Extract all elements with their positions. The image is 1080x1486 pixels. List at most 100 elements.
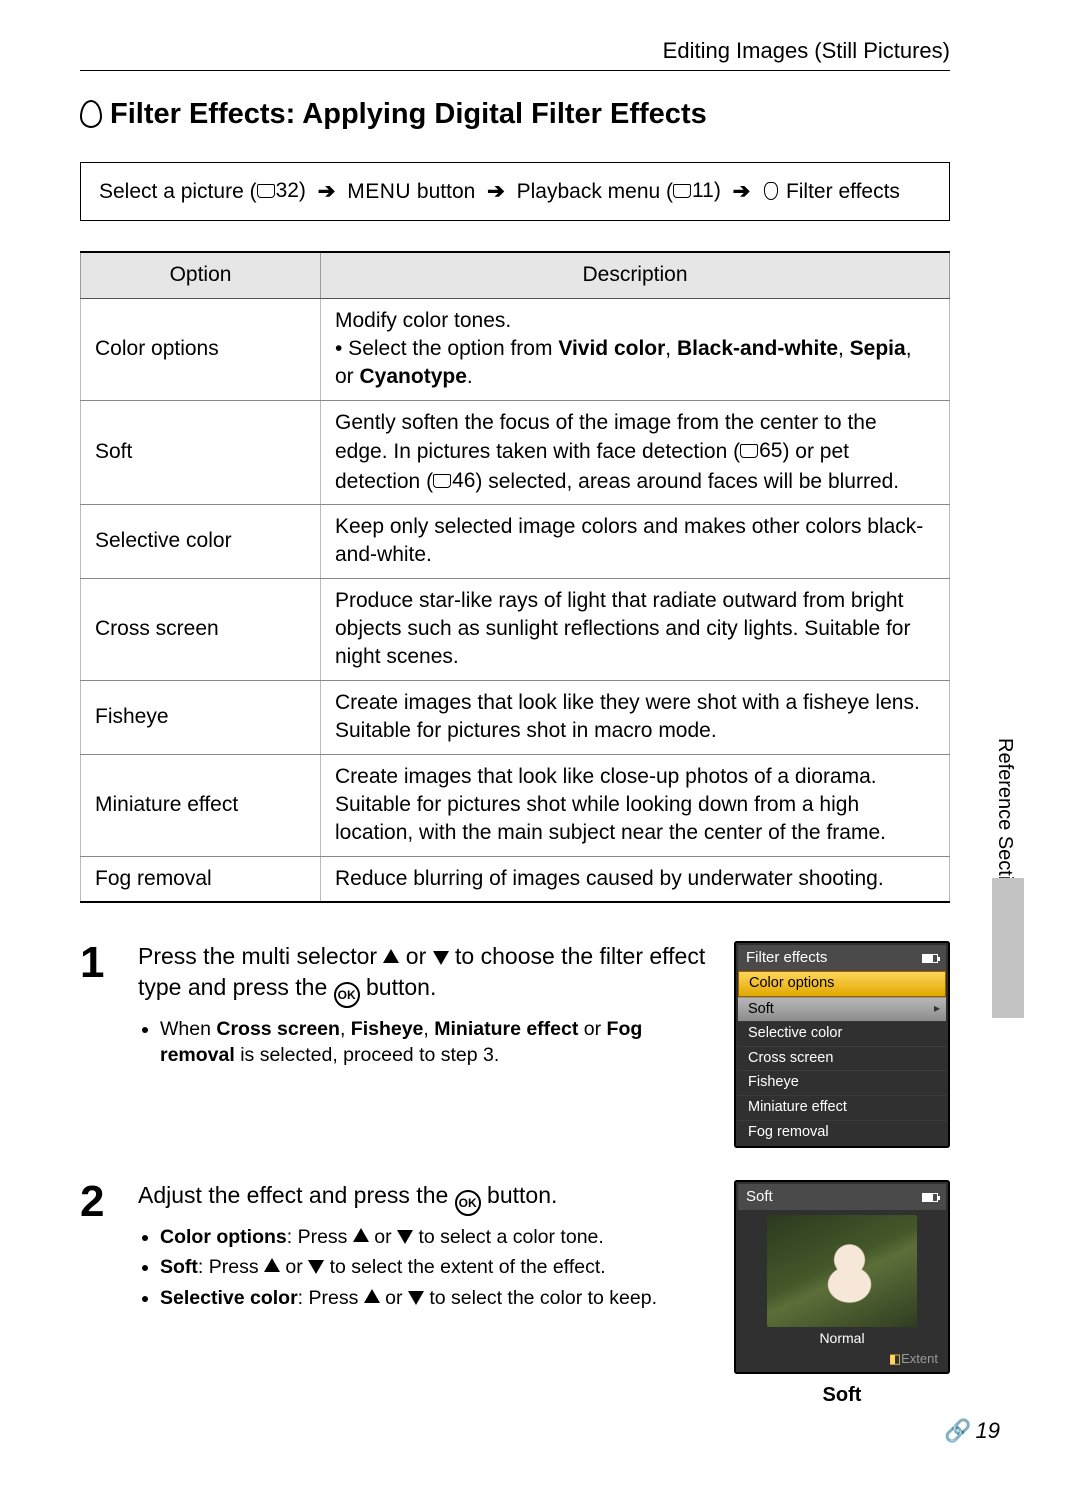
step-text: Adjust the effect and press the bbox=[138, 1182, 455, 1208]
th-option: Option bbox=[81, 252, 321, 298]
step-sub: When Cross screen, Fisheye, Miniature ef… bbox=[160, 1016, 716, 1069]
menu-item: Color options bbox=[738, 971, 946, 997]
arrow-icon: ➔ bbox=[318, 180, 336, 203]
nav-filter: Filter effects bbox=[780, 180, 900, 203]
cell-option: Miniature effect bbox=[81, 754, 321, 856]
step-text: Press the multi selector bbox=[138, 943, 383, 969]
desc-text: , bbox=[838, 337, 850, 360]
header-section: Editing Images (Still Pictures) bbox=[80, 36, 950, 66]
sub-text: : Press bbox=[198, 1256, 264, 1278]
sub-text: When bbox=[160, 1018, 216, 1040]
menu-item: Fisheye bbox=[738, 1070, 946, 1095]
nav-select: Select a picture ( bbox=[99, 180, 257, 203]
effects-table: Option Description Color options Modify … bbox=[80, 251, 950, 903]
sub-bold: Miniature effect bbox=[434, 1018, 578, 1040]
ok-button-icon: OK bbox=[455, 1190, 481, 1216]
filter-icon bbox=[764, 182, 778, 200]
table-row: Fog removal Reduce blurring of images ca… bbox=[81, 856, 950, 902]
table-row: Fisheye Create images that look like the… bbox=[81, 680, 950, 754]
sub-text: or bbox=[578, 1018, 606, 1040]
cell-option: Fisheye bbox=[81, 680, 321, 754]
sub-text: to select the color to keep. bbox=[424, 1287, 657, 1309]
cell-description: Produce star-like rays of light that rad… bbox=[321, 578, 950, 680]
table-row: Selective color Keep only selected image… bbox=[81, 505, 950, 579]
table-row: Soft Gently soften the focus of the imag… bbox=[81, 400, 950, 504]
book-icon bbox=[257, 184, 275, 198]
menu-list: Color options Soft Selective color Cross… bbox=[738, 971, 946, 1144]
screen-caption: Soft bbox=[734, 1382, 950, 1409]
nav-ref2: 11) bbox=[692, 177, 721, 205]
menu-button-label: MENU bbox=[347, 180, 411, 203]
step-text: button. bbox=[481, 1182, 558, 1208]
cell-option: Selective color bbox=[81, 505, 321, 579]
sub-text: , bbox=[340, 1018, 351, 1040]
cell-description: Create images that look like they were s… bbox=[321, 680, 950, 754]
step-1: 1 Press the multi selector or to choose … bbox=[80, 941, 950, 1148]
sub-text: : Press bbox=[287, 1226, 353, 1248]
th-description: Description bbox=[321, 252, 950, 298]
menu-item: Soft bbox=[738, 997, 946, 1022]
cell-description: Create images that look like close-up ph… bbox=[321, 754, 950, 856]
menu-item: Cross screen bbox=[738, 1046, 946, 1071]
sub-text: , bbox=[423, 1018, 434, 1040]
filter-icon bbox=[80, 100, 102, 128]
menu-item: Selective color bbox=[738, 1021, 946, 1046]
step-sub: Color options: Press or to select a colo… bbox=[160, 1224, 716, 1250]
page-title: Filter Effects: Applying Digital Filter … bbox=[80, 95, 950, 134]
down-arrow-icon bbox=[308, 1260, 324, 1274]
sub-bold: Color options bbox=[160, 1226, 287, 1248]
page-number-value: 19 bbox=[976, 1416, 1000, 1446]
up-arrow-icon bbox=[383, 949, 399, 963]
cell-description: Reduce blurring of images caused by unde… bbox=[321, 856, 950, 902]
cell-description: Modify color tones. • Select the option … bbox=[321, 298, 950, 400]
book-icon bbox=[740, 444, 758, 458]
book-icon bbox=[673, 184, 691, 198]
step-text: or bbox=[399, 943, 432, 969]
down-arrow-icon bbox=[397, 1230, 413, 1244]
cell-description: Gently soften the focus of the image fro… bbox=[321, 400, 950, 504]
desc-ref: 65 bbox=[759, 437, 782, 465]
nav-playback: Playback menu ( bbox=[517, 180, 673, 203]
menu-item: Miniature effect bbox=[738, 1095, 946, 1120]
nav-ref1: 32) bbox=[276, 177, 306, 205]
desc-text: ) selected, areas around faces will be b… bbox=[475, 470, 899, 493]
arrow-icon: ➔ bbox=[487, 180, 505, 203]
step-number: 1 bbox=[80, 941, 120, 1148]
battery-icon bbox=[922, 1193, 938, 1202]
side-tab-marker bbox=[992, 878, 1024, 1018]
up-arrow-icon bbox=[264, 1258, 280, 1272]
down-arrow-icon bbox=[433, 951, 449, 965]
desc-bold: Vivid color bbox=[558, 337, 665, 360]
cell-option: Fog removal bbox=[81, 856, 321, 902]
cell-description: Keep only selected image colors and make… bbox=[321, 505, 950, 579]
sub-text: or bbox=[280, 1256, 308, 1278]
desc-text: • Select the option from bbox=[335, 337, 558, 360]
up-arrow-icon bbox=[364, 1289, 380, 1303]
effect-level-label: Normal bbox=[738, 1329, 946, 1348]
desc-ref: 46 bbox=[452, 467, 475, 495]
title-text: Filter Effects: Applying Digital Filter … bbox=[110, 95, 707, 134]
camera-screen-1: Filter effects Color options Soft Select… bbox=[734, 941, 950, 1148]
breadcrumb-box: Select a picture ( 32) ➔ MENU button ➔ Pl… bbox=[80, 162, 950, 222]
screen-title-text: Soft bbox=[746, 1187, 773, 1207]
up-arrow-icon bbox=[353, 1228, 369, 1242]
cell-option: Color options bbox=[81, 298, 321, 400]
header-rule bbox=[80, 70, 950, 71]
table-row: Miniature effect Create images that look… bbox=[81, 754, 950, 856]
desc-bold: Sepia bbox=[850, 337, 906, 360]
sub-text: is selected, proceed to step 3. bbox=[235, 1044, 500, 1066]
nav-button-word: button bbox=[411, 180, 475, 203]
sub-text: or bbox=[369, 1226, 397, 1248]
step-title: Press the multi selector or to choose th… bbox=[138, 941, 716, 1008]
desc-text: . bbox=[467, 365, 473, 388]
desc-text: Modify color tones. bbox=[335, 309, 511, 332]
screen-title: Soft bbox=[738, 1184, 946, 1210]
screen-title: Filter effects bbox=[738, 945, 946, 971]
step-sub: Selective color: Press or to select the … bbox=[160, 1285, 716, 1311]
ok-button-icon: OK bbox=[334, 982, 360, 1008]
sub-bold: Selective color bbox=[160, 1287, 298, 1309]
screen-title-text: Filter effects bbox=[746, 948, 827, 968]
battery-icon bbox=[922, 954, 938, 963]
reference-icon: 🔗 bbox=[944, 1416, 971, 1446]
sub-text: to select a color tone. bbox=[413, 1226, 604, 1248]
